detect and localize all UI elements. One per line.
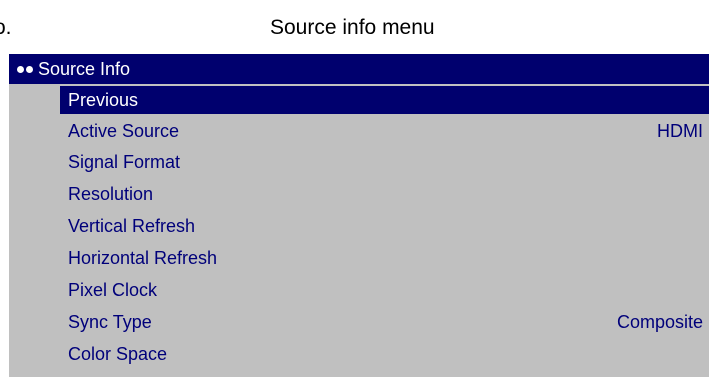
menu-header: Source Info xyxy=(9,54,709,84)
menu-item-color-space[interactable]: Color Space xyxy=(60,340,709,368)
menu-item-active-source[interactable]: Active Source HDMI xyxy=(60,117,709,145)
menu-item-label: Signal Format xyxy=(68,151,181,172)
menu-item-pixel-clock[interactable]: Pixel Clock xyxy=(60,276,709,304)
menu-item-value: HDMI xyxy=(657,120,703,141)
menu-item-label: Resolution xyxy=(68,183,154,204)
menu-item-value: Composite xyxy=(616,311,703,332)
menu-item-label: Vertical Refresh xyxy=(68,215,196,236)
figure-caption: o. Source info menu xyxy=(0,0,709,46)
caption-prefix: o. xyxy=(0,16,12,39)
menu-item-horizontal-refresh[interactable]: Horizontal Refresh xyxy=(60,244,709,272)
source-info-menu: Source Info Previous Active Source HDMI … xyxy=(9,54,709,377)
menu-item-label: Previous xyxy=(68,89,139,110)
menu-item-label: Sync Type xyxy=(68,311,152,332)
menu-item-label: Horizontal Refresh xyxy=(68,247,218,268)
menu-item-label: Pixel Clock xyxy=(68,279,158,300)
menu-title: Source Info xyxy=(38,59,131,79)
menu-item-label: Active Source xyxy=(68,120,180,141)
menu-item-previous[interactable]: Previous xyxy=(60,86,709,114)
menu-item-resolution[interactable]: Resolution xyxy=(60,180,709,208)
menu-item-label: Color Space xyxy=(68,343,168,364)
menu-item-signal-format[interactable]: Signal Format xyxy=(60,148,709,176)
menu-item-vertical-refresh[interactable]: Vertical Refresh xyxy=(60,212,709,240)
menu-item-sync-type[interactable]: Sync Type Composite xyxy=(60,308,709,336)
double-dot-icon xyxy=(17,65,33,73)
caption-title: Source info menu xyxy=(270,16,435,39)
